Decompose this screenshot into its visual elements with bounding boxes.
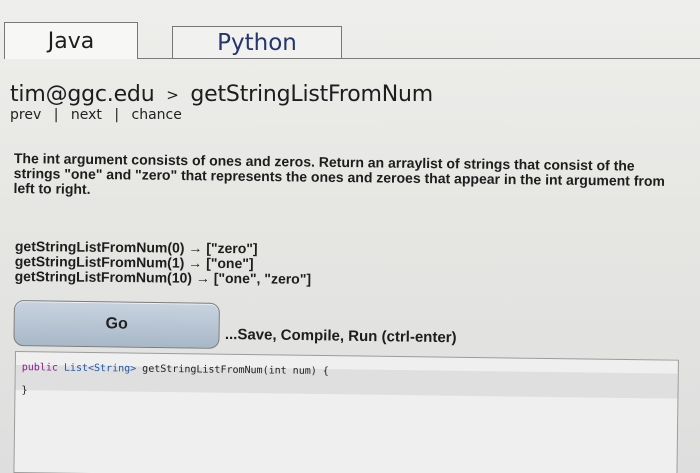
code-method-signature: getStringListFromNum(int num) { xyxy=(142,363,329,378)
chance-link[interactable]: chance xyxy=(132,107,182,123)
next-link[interactable]: next xyxy=(71,107,102,123)
tab-divider xyxy=(138,58,700,59)
page-title: getStringListFromNum xyxy=(190,82,433,107)
tab-java[interactable]: Java xyxy=(4,22,138,59)
nav-separator: | xyxy=(114,107,120,123)
save-compile-run-hint: ...Save, Compile, Run (ctrl-enter) xyxy=(224,326,457,347)
user-link[interactable]: tim@ggc.edu xyxy=(10,82,155,107)
code-keyword: public xyxy=(21,362,58,374)
tab-java-label: Java xyxy=(47,28,95,54)
nav-separator: | xyxy=(53,107,59,123)
example-list: getStringListFromNum(0) → ["zero"] getSt… xyxy=(14,238,312,287)
go-button[interactable]: Go xyxy=(13,300,220,349)
prev-link[interactable]: prev xyxy=(10,107,41,123)
code-editor[interactable]: public List<String> getStringListFromNum… xyxy=(13,351,679,473)
breadcrumb: tim@ggc.edu > getStringListFromNum xyxy=(10,82,433,107)
tab-python-label: Python xyxy=(217,30,297,56)
codingbat-problem-page: Java Python tim@ggc.edu > getStringListF… xyxy=(0,0,700,473)
code-text[interactable]: public List<String> getStringListFromNum… xyxy=(21,356,329,406)
breadcrumb-separator: > xyxy=(166,86,179,104)
code-return-type: List<String> xyxy=(63,362,137,375)
tab-python[interactable]: Python xyxy=(172,26,342,59)
language-tabs: Java Python xyxy=(0,22,700,70)
problem-description: The int argument consists of ones and ze… xyxy=(13,150,665,197)
problem-navigation: prev | next | chance xyxy=(10,107,182,123)
example-2: getStringListFromNum(10) → ["one", "zero… xyxy=(14,267,312,287)
code-closing-brace: } xyxy=(21,385,28,397)
